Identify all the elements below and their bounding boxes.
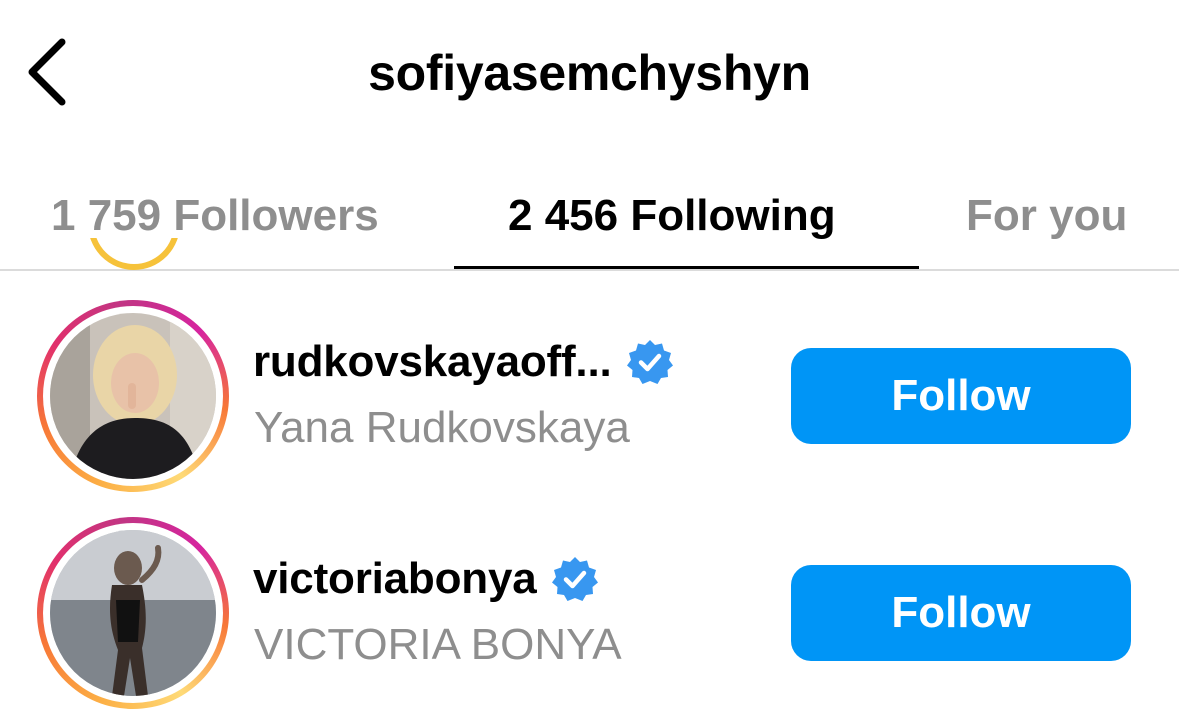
active-tab-indicator [454,266,919,269]
full-name: VICTORIA BONYA [254,620,622,669]
follow-button[interactable]: Follow [791,348,1131,444]
story-ring[interactable] [37,517,229,709]
tab-bar: 1 759 Followers 2 456 Following For you [0,170,1179,270]
list-item[interactable]: victoriabonya VICTORIA BONYA Follow [0,507,1179,717]
tab-for-you[interactable]: For you [966,180,1127,252]
username[interactable]: rudkovskayaoff... [253,337,612,387]
username[interactable]: victoriabonya [253,554,537,604]
story-ring[interactable] [37,300,229,492]
tab-following[interactable]: 2 456 Following [508,180,836,252]
avatar [50,313,216,479]
following-list-screen: sofiyasemchyshyn 1 759 Followers 2 456 F… [0,0,1179,719]
tab-divider [0,269,1179,271]
avatar [50,530,216,696]
follow-button[interactable]: Follow [791,565,1131,661]
list-item[interactable]: rudkovskayaoff... Yana Rudkovskaya Follo… [0,290,1179,500]
page-title: sofiyasemchyshyn [368,45,811,101]
verified-badge-icon [551,557,598,601]
verified-badge-icon [626,340,673,384]
full-name: Yana Rudkovskaya [254,403,630,452]
